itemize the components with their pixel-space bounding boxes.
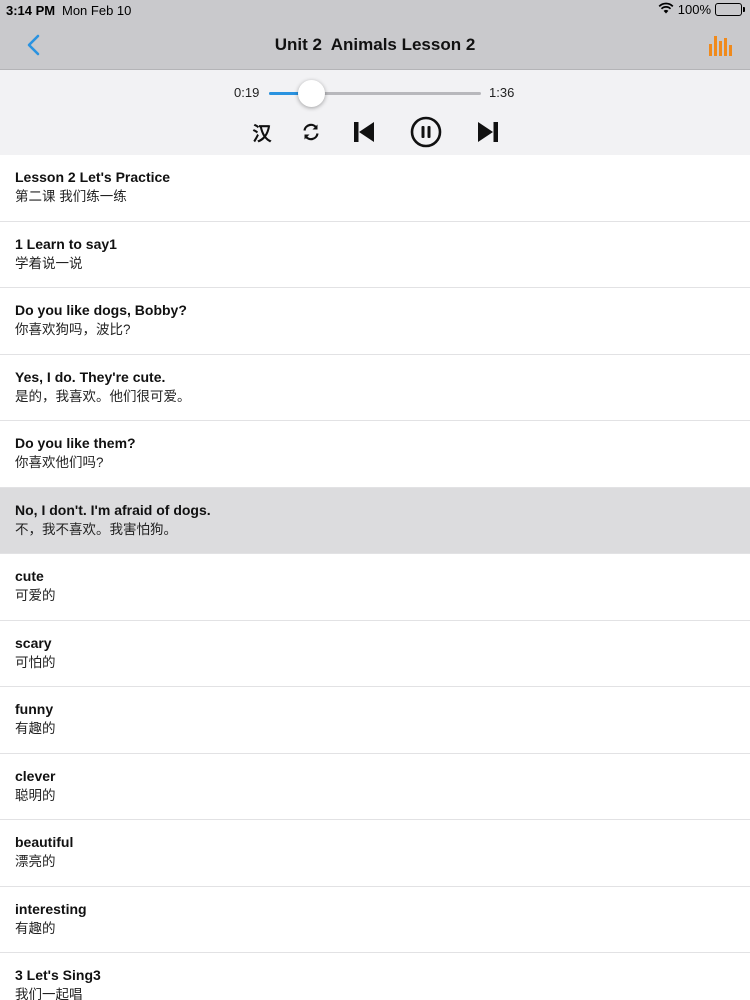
- navigation-bar: Unit 2 Animals Lesson 2: [0, 20, 750, 70]
- sentence-english: Do you like dogs, Bobby?: [15, 302, 187, 318]
- sentence-english: 1 Learn to say1: [15, 235, 117, 252]
- list-item[interactable]: Yes, I do. They're cute. 是的，我喜欢。他们很可爱。: [0, 355, 750, 421]
- repeat-button[interactable]: [299, 117, 323, 147]
- list-item[interactable]: Do you like them? 你喜欢他们吗?: [0, 421, 750, 488]
- sentence-english: funny: [15, 701, 54, 717]
- current-time: 0:19: [234, 85, 260, 100]
- sentence-chinese: 可爱的: [15, 588, 56, 603]
- chinese-toggle-button[interactable]: 汉: [248, 117, 276, 147]
- wifi-icon: [658, 2, 674, 17]
- slider-thumb[interactable]: [298, 80, 326, 107]
- sentence-english: 3 Let's Sing3: [15, 967, 101, 983]
- equalizer-button[interactable]: [708, 34, 732, 56]
- audio-player: 0:19 1:36 汉: [0, 70, 750, 155]
- list-item[interactable]: scary 可怕的: [0, 621, 750, 687]
- skip-forward-icon: [478, 122, 498, 142]
- list-item[interactable]: Lesson 2 Let's Practice 第二课 我们练一练: [0, 155, 750, 222]
- list-item[interactable]: No, I don't. I'm afraid of dogs. 不，我不喜欢。我…: [0, 487, 750, 554]
- sentence-english: Lesson 2 Let's Practice: [15, 169, 171, 185]
- status-time: 3:14 PM: [6, 3, 56, 18]
- next-button[interactable]: [475, 117, 501, 147]
- battery-icon: [715, 3, 745, 16]
- equalizer-icon: [709, 36, 732, 56]
- sentence-chinese: 聪明的: [15, 787, 56, 803]
- sentence-chinese: 有趣的: [15, 920, 56, 936]
- list-item[interactable]: 1 Learn to say1 学着说一说: [0, 222, 750, 288]
- sentence-english: beautiful: [15, 834, 74, 850]
- pause-button[interactable]: [409, 116, 443, 148]
- skip-back-icon: [354, 122, 374, 142]
- battery-percent: 100%: [677, 2, 711, 17]
- sentence-chinese: 学着说一说: [15, 255, 83, 271]
- sentence-chinese: 我们一起唱: [15, 987, 83, 1000]
- previous-button[interactable]: [351, 117, 377, 147]
- total-time: 1:36: [489, 85, 515, 100]
- sentence-list: Lesson 2 Let's Practice 第二课 我们练一练 1 Learn …: [0, 155, 750, 1000]
- progress-slider[interactable]: [269, 80, 481, 107]
- sentence-english: Do you like them?: [15, 435, 136, 451]
- list-item[interactable]: clever 聪明的: [0, 754, 750, 820]
- sentence-english: cute: [15, 568, 44, 584]
- sentence-chinese: 第二课 我们练一练: [15, 189, 127, 204]
- pause-circle-icon: [410, 116, 442, 148]
- sentence-english: No, I don't. I'm afraid of dogs.: [15, 501, 211, 518]
- sentence-chinese: 不，我不喜欢。我害怕狗。: [15, 521, 177, 537]
- sentence-chinese: 是的，我喜欢。他们很可爱。: [15, 388, 191, 404]
- status-date: Mon Feb 10: [62, 3, 132, 18]
- sentence-chinese: 漂亮的: [15, 854, 56, 869]
- sentence-chinese: 你喜欢他们吗?: [15, 455, 104, 470]
- list-item[interactable]: 3 Let's Sing3 我们一起唱: [0, 953, 750, 1000]
- status-bar: 3:14 PM Mon Feb 10 100%: [0, 0, 750, 20]
- repeat-icon: [303, 123, 319, 141]
- list-item[interactable]: interesting 有趣的: [0, 887, 750, 953]
- status-right: 100%: [658, 2, 745, 17]
- list-item[interactable]: beautiful 漂亮的: [0, 820, 750, 887]
- sentence-english: Yes, I do. They're cute.: [15, 368, 166, 385]
- list-item[interactable]: Do you like dogs, Bobby? 你喜欢狗吗，波比?: [0, 288, 750, 355]
- sentence-english: interesting: [15, 900, 87, 917]
- list-item[interactable]: funny 有趣的: [0, 687, 750, 754]
- page-title: Unit 2 Animals Lesson 2: [274, 35, 476, 54]
- list-item[interactable]: cute 可爱的: [0, 554, 750, 621]
- sentence-chinese: 你喜欢狗吗，波比?: [15, 322, 131, 337]
- sentence-english: clever: [15, 767, 56, 784]
- sentence-chinese: 可怕的: [15, 654, 56, 670]
- sentence-chinese: 有趣的: [15, 721, 56, 736]
- sentence-english: scary: [15, 634, 52, 651]
